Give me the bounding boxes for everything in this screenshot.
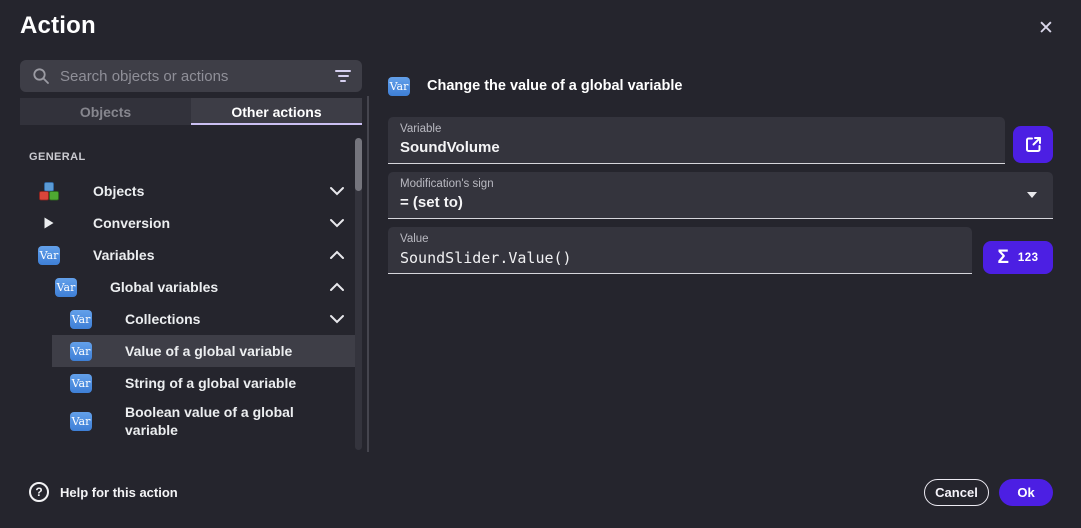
- variable-icon: Var: [70, 411, 92, 431]
- value-expression-field[interactable]: Value SoundSlider.Value(): [388, 227, 972, 274]
- variable-field-value: SoundVolume: [400, 139, 500, 156]
- tab-bar: Objects Other actions: [20, 98, 362, 125]
- variable-icon: Var: [55, 277, 77, 297]
- variable-field[interactable]: Variable SoundVolume: [388, 117, 1005, 164]
- help-icon: ?: [29, 482, 49, 502]
- panel-divider: [367, 96, 369, 452]
- action-header: Var Change the value of a global variabl…: [388, 76, 682, 96]
- expression-builder-button[interactable]: Σ 123: [983, 241, 1053, 274]
- value-field-label: Value: [400, 233, 429, 245]
- open-variable-editor-button[interactable]: [1013, 126, 1053, 163]
- value-field-value: SoundSlider.Value(): [400, 249, 572, 267]
- tree-item-boolean-of-global-variable[interactable]: Var Boolean value of a global variable: [20, 399, 357, 443]
- variable-icon: Var: [388, 77, 410, 96]
- ok-button[interactable]: Ok: [999, 479, 1053, 506]
- tree-scrollbar-track: [355, 138, 362, 450]
- tree-section-general: GENERAL: [29, 151, 86, 163]
- tree-item-value-of-global-variable[interactable]: Var Value of a global variable: [20, 335, 357, 367]
- numbers-badge: 123: [1018, 252, 1039, 264]
- variable-icon: Var: [38, 245, 60, 265]
- page-title: Action: [20, 12, 96, 40]
- search-box: [20, 60, 362, 92]
- modification-sign-label: Modification's sign: [400, 178, 494, 190]
- modification-sign-value: = (set to): [400, 194, 463, 211]
- objects-cubes-icon: [38, 181, 60, 201]
- search-input[interactable]: [20, 60, 362, 92]
- tab-other-actions[interactable]: Other actions: [191, 98, 362, 125]
- action-title: Change the value of a global variable: [427, 78, 682, 94]
- tree-item-collections[interactable]: Var Collections: [20, 303, 357, 335]
- help-link[interactable]: ? Help for this action: [29, 482, 178, 502]
- variable-icon: Var: [70, 309, 92, 329]
- dropdown-caret-icon: [1027, 192, 1037, 198]
- open-in-new-icon: [1024, 135, 1043, 154]
- tab-objects[interactable]: Objects: [20, 98, 191, 125]
- action-dialog: Action ✕ Objects Other actions GENERAL: [0, 0, 1081, 528]
- variable-field-label: Variable: [400, 123, 441, 135]
- filter-icon[interactable]: [334, 70, 352, 82]
- tree-scrollbar-thumb[interactable]: [355, 138, 362, 191]
- tree-item-string-of-global-variable[interactable]: Var String of a global variable: [20, 367, 357, 399]
- tree-item-conversion[interactable]: Conversion: [20, 207, 357, 239]
- cancel-button[interactable]: Cancel: [924, 479, 989, 506]
- tree-item-variables[interactable]: Var Variables: [20, 239, 357, 271]
- chevron-up-icon[interactable]: [329, 282, 345, 292]
- modification-sign-select[interactable]: Modification's sign = (set to): [388, 172, 1053, 219]
- sigma-icon: Σ: [997, 248, 1008, 267]
- variable-icon: Var: [70, 373, 92, 393]
- variable-icon: Var: [70, 341, 92, 361]
- chevron-down-icon[interactable]: [329, 218, 345, 228]
- chevron-up-icon[interactable]: [329, 250, 345, 260]
- tree-item-objects[interactable]: Objects: [20, 175, 357, 207]
- help-label: Help for this action: [60, 485, 178, 500]
- chevron-down-icon[interactable]: [329, 186, 345, 196]
- close-button[interactable]: ✕: [1032, 14, 1060, 42]
- tree-item-global-variables[interactable]: Var Global variables: [20, 271, 357, 303]
- chevron-down-icon[interactable]: [329, 314, 345, 324]
- triangle-right-icon: [38, 213, 60, 233]
- close-icon: ✕: [1038, 17, 1054, 40]
